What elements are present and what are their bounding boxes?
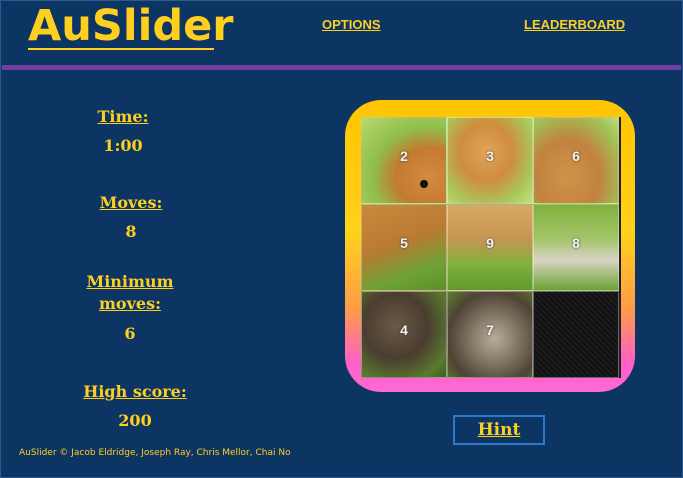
puzzle-tile[interactable]: 5 <box>361 204 447 291</box>
puzzle-tile[interactable]: 8 <box>533 204 619 291</box>
hint-button[interactable]: Hint <box>453 415 545 445</box>
high-score-label: High score: <box>83 382 187 401</box>
options-link[interactable]: OPTIONS <box>322 17 381 32</box>
moves-value: 8 <box>125 222 137 241</box>
puzzle-tile[interactable]: 9 <box>447 204 533 291</box>
tile-number: 5 <box>400 235 408 251</box>
min-moves-label-line2: moves: <box>99 294 161 313</box>
tile-number: 2 <box>400 148 408 164</box>
time-value: 1:00 <box>103 136 143 155</box>
min-moves-label-line1: Minimum <box>86 272 174 291</box>
tile-number: 7 <box>486 322 494 338</box>
puzzle-tile[interactable]: 6 <box>533 117 619 204</box>
puzzle-tile[interactable]: 4 <box>361 291 447 378</box>
header-divider <box>2 65 681 70</box>
min-moves-value: 6 <box>124 324 136 343</box>
tile-number: 3 <box>486 148 494 164</box>
moves-label: Moves: <box>99 193 163 212</box>
app-logo: AuSlider <box>28 1 234 51</box>
bunny-eye <box>420 180 428 188</box>
footer-credits: AuSlider © Jacob Eldridge, Joseph Ray, C… <box>19 448 291 458</box>
time-label: Time: <box>97 107 149 126</box>
puzzle-tile[interactable]: 3 <box>447 117 533 204</box>
tile-number: 9 <box>486 235 494 251</box>
logo-underline <box>28 48 214 50</box>
leaderboard-link[interactable]: LEADERBOARD <box>524 17 625 32</box>
tile-number: 6 <box>572 148 580 164</box>
puzzle-tile[interactable]: 2 <box>361 117 447 204</box>
high-score-value: 200 <box>118 411 152 430</box>
tile-number: 8 <box>572 235 580 251</box>
puzzle-board: 2 3 6 5 9 8 4 7 <box>361 117 621 378</box>
empty-slot[interactable] <box>533 291 619 378</box>
puzzle-tile[interactable]: 7 <box>447 291 533 378</box>
tile-number: 4 <box>400 322 408 338</box>
